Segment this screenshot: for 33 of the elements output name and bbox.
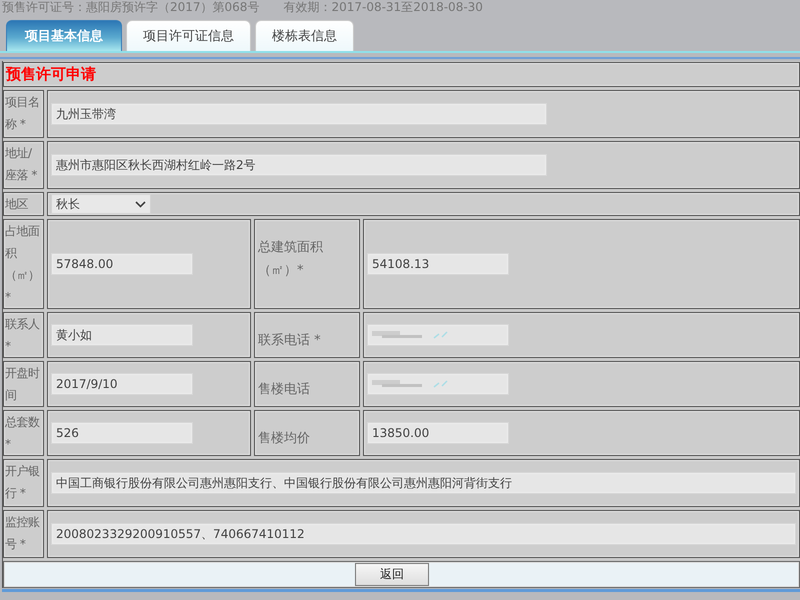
input-field[interactable]	[367, 373, 509, 395]
field-label: 总建筑面积（㎡）*	[258, 239, 324, 280]
input-field[interactable]: 54108.13	[367, 253, 509, 275]
region-dropdown[interactable]: 秋长	[51, 194, 151, 214]
input-field[interactable]: 黄小如	[51, 324, 193, 346]
input-field[interactable]: 2008023329200910557、740667410112	[51, 523, 796, 545]
caret-icon	[135, 200, 146, 208]
field-label: 联系人 *	[3, 312, 44, 358]
permit-number: 预售许可证号：惠阳房预许字（2017）第068号	[2, 0, 260, 15]
input-field[interactable]: 13850.00	[367, 422, 509, 444]
tab[interactable]: 项目许可证信息	[126, 20, 251, 51]
validity-date: 有效期：2017-08-31至2018-08-30	[283, 0, 483, 15]
field-label: 总套数 *	[3, 410, 44, 456]
field-label: 开户银行 *	[3, 459, 44, 507]
section-title: 预售许可申请	[3, 62, 800, 87]
field-label: 占地面积（㎡）*	[3, 219, 44, 309]
field-label: 地址/座落 *	[3, 141, 44, 189]
field-label: 监控账号 *	[3, 510, 44, 558]
input-field[interactable]: 九州玉带湾	[51, 103, 547, 125]
input-field[interactable]: 中国工商银行股份有限公司惠州惠阳支行、中国银行股份有限公司惠州惠阳河背街支行	[51, 472, 796, 494]
field-label: 地区	[3, 192, 44, 216]
input-field[interactable]: 57848.00	[51, 253, 193, 275]
field-label: 售楼电话	[258, 381, 310, 399]
input-field[interactable]	[367, 324, 509, 346]
tab[interactable]: 楼栋表信息	[255, 20, 354, 51]
input-field[interactable]: 526	[51, 422, 193, 444]
field-label: 联系电话 *	[258, 332, 321, 350]
field-label: 开盘时间	[3, 361, 44, 407]
field-label: 项目名称 *	[3, 90, 44, 138]
input-field[interactable]: 2017/9/10	[51, 373, 193, 395]
input-field[interactable]: 惠州市惠阳区秋长西湖村红岭一路2号	[51, 154, 547, 176]
field-label: 售楼均价	[258, 430, 310, 448]
back-button[interactable]: 返回	[355, 563, 429, 586]
